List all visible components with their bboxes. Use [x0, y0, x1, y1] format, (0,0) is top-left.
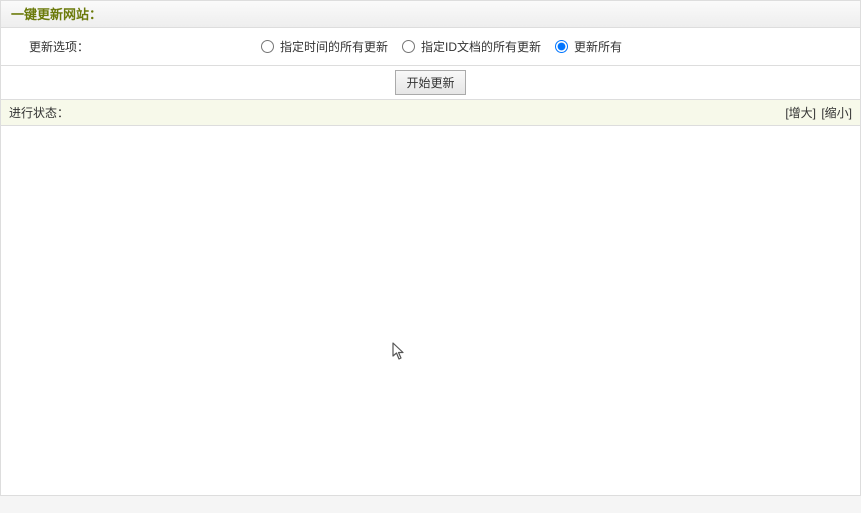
button-row: 开始更新 — [0, 66, 861, 100]
status-bar: 进行状态： [增大] [缩小] — [0, 100, 861, 126]
header-bar: 一键更新网站： — [0, 0, 861, 28]
radio-option-all[interactable]: 更新所有 — [555, 38, 622, 55]
radio-time-input[interactable] — [261, 40, 274, 53]
cursor-icon — [392, 342, 408, 362]
start-update-button[interactable]: 开始更新 — [395, 70, 465, 95]
radio-time-label: 指定时间的所有更新 — [280, 38, 388, 55]
radio-option-id[interactable]: 指定ID文档的所有更新 — [402, 38, 541, 55]
enlarge-button[interactable]: [增大] — [785, 106, 816, 120]
shrink-button[interactable]: [缩小] — [821, 106, 852, 120]
options-row: 更新选项： 指定时间的所有更新 指定ID文档的所有更新 更新所有 — [0, 28, 861, 66]
status-actions: [增大] [缩小] — [783, 104, 852, 121]
radio-id-input[interactable] — [402, 40, 415, 53]
main-container: 一键更新网站： 更新选项： 指定时间的所有更新 指定ID文档的所有更新 更新所有… — [0, 0, 861, 496]
radio-all-input[interactable] — [555, 40, 568, 53]
radio-id-label: 指定ID文档的所有更新 — [421, 38, 541, 55]
page-title: 一键更新网站： — [11, 7, 102, 22]
content-area — [0, 126, 861, 496]
status-label: 进行状态： — [9, 104, 69, 121]
radio-all-label: 更新所有 — [574, 38, 622, 55]
options-radio-group: 指定时间的所有更新 指定ID文档的所有更新 更新所有 — [261, 38, 630, 55]
options-label: 更新选项： — [1, 38, 261, 55]
radio-option-time[interactable]: 指定时间的所有更新 — [261, 38, 388, 55]
